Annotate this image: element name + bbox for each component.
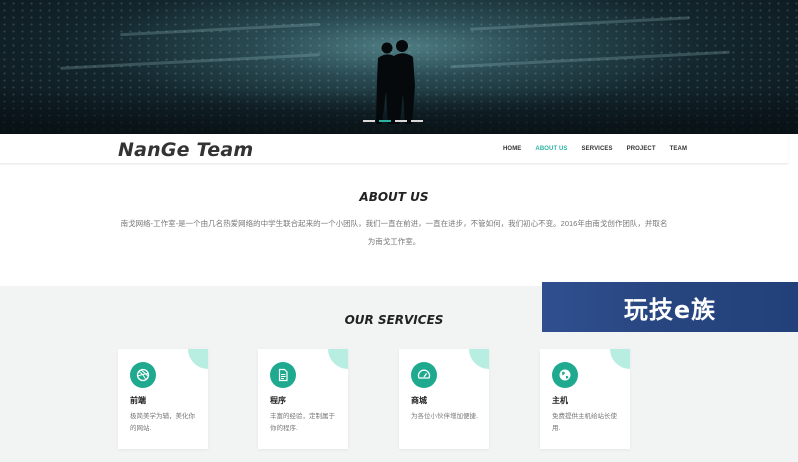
- couple-silhouette-image: [376, 40, 415, 124]
- carousel-indicators: [363, 120, 423, 122]
- service-name: 前端: [130, 396, 146, 405]
- document-icon: [270, 362, 296, 388]
- site-logo[interactable]: NanGe Team: [118, 139, 253, 161]
- top-navbar: NanGe Team HOME ABOUT US SERVICES PROJEC…: [0, 134, 788, 164]
- watermark-logo: 玩技e族: [542, 282, 798, 332]
- service-desc: 为各位小伙伴增加便捷.: [411, 413, 478, 420]
- service-card-frontend[interactable]: 前端 极简美学为辅，美化你的网站.: [118, 349, 208, 449]
- service-card-host[interactable]: 主机 免费提供主机给站长使用.: [540, 349, 630, 449]
- hero-banner: [0, 0, 798, 134]
- watermark-text: 玩技e族: [623, 295, 717, 324]
- nav-item-about-us[interactable]: ABOUT US: [535, 146, 567, 152]
- service-name: 主机: [552, 396, 568, 405]
- service-name: 商城: [411, 396, 427, 405]
- carousel-dot[interactable]: [411, 120, 423, 122]
- card-corner-decoration: [328, 349, 348, 369]
- card-corner-decoration: [469, 349, 489, 369]
- carousel-dot[interactable]: [379, 120, 391, 122]
- page: NanGe Team HOME ABOUT US SERVICES PROJEC…: [0, 0, 798, 462]
- dribbble-icon: [130, 362, 156, 388]
- gauge-icon: [411, 362, 437, 388]
- globe-icon: [552, 362, 578, 388]
- service-desc: 免费提供主机给站长使用.: [552, 413, 617, 432]
- nav-menu: HOME ABOUT US SERVICES PROJECT TEAM: [503, 146, 701, 152]
- card-corner-decoration: [188, 349, 208, 369]
- about-title: ABOUT US: [359, 190, 429, 204]
- nav-item-home[interactable]: HOME: [503, 146, 521, 152]
- service-card-program[interactable]: 程序 丰富的经验，定制属于你的程序.: [258, 349, 348, 449]
- card-corner-decoration: [610, 349, 630, 369]
- service-name: 程序: [270, 396, 286, 405]
- service-desc: 极简美学为辅，美化你的网站.: [130, 413, 195, 432]
- nav-item-services[interactable]: SERVICES: [582, 146, 613, 152]
- carousel-dot[interactable]: [363, 120, 375, 122]
- nav-item-project[interactable]: PROJECT: [627, 146, 656, 152]
- about-section: ABOUT US 南戈网络-工作室-是一个由几名热爱网络的中学生联合起来的一个小…: [0, 165, 798, 285]
- about-text: 南戈网络-工作室-是一个由几名热爱网络的中学生联合起来的一个小团队，我们一直在前…: [120, 219, 668, 246]
- service-desc: 丰富的经验，定制属于你的程序.: [270, 413, 335, 432]
- nav-item-team[interactable]: TEAM: [670, 146, 687, 152]
- carousel-dot[interactable]: [395, 120, 407, 122]
- service-card-store[interactable]: 商城 为各位小伙伴增加便捷.: [399, 349, 489, 449]
